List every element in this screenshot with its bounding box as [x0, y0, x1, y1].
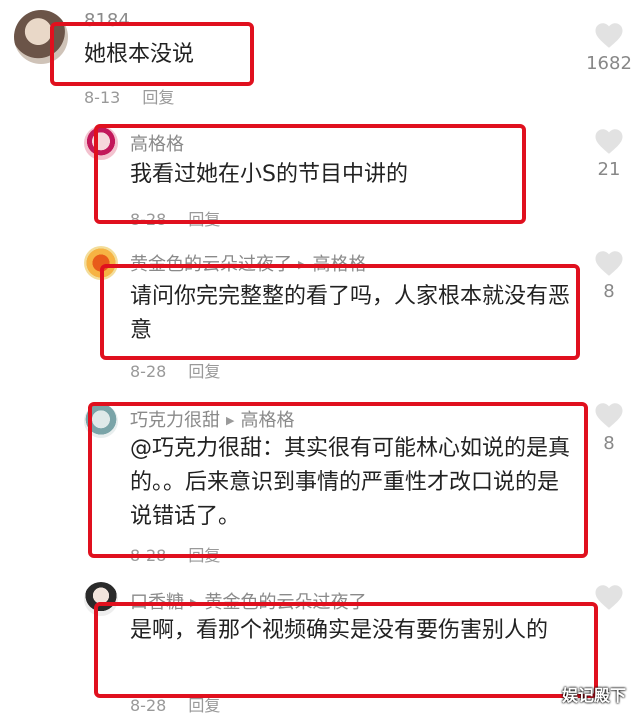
comment-meta: 8-13 回复 [84, 84, 174, 108]
reply-button[interactable]: 回复 [142, 88, 174, 107]
highlight-box [88, 402, 588, 558]
heart-icon [595, 403, 623, 428]
like-button[interactable]: 8 [581, 250, 637, 302]
heart-icon [595, 251, 623, 276]
heart-icon [595, 129, 623, 154]
heart-icon [595, 585, 623, 610]
comment-date: 8-28 [130, 696, 167, 715]
like-button[interactable]: 21 [581, 128, 637, 180]
highlight-box [100, 264, 580, 360]
like-count: 1682 [586, 53, 632, 74]
highlight-box [94, 124, 526, 224]
reply-button[interactable]: 回复 [188, 696, 220, 715]
like-count: 8 [603, 433, 615, 454]
comment-date: 8-28 [130, 362, 167, 381]
highlight-box [50, 22, 254, 86]
like-button[interactable]: 1682 [581, 22, 637, 74]
comment-meta: 8-28 回复 [130, 358, 220, 382]
watermark: 娱记殿下 [561, 686, 626, 705]
comment-date: 8-13 [84, 88, 121, 107]
like-button[interactable]: 8 [581, 402, 637, 454]
reply-button[interactable]: 回复 [188, 362, 220, 381]
like-count: 8 [603, 281, 615, 302]
like-count: 21 [597, 159, 621, 180]
heart-icon [595, 23, 623, 48]
highlight-box [94, 602, 598, 698]
